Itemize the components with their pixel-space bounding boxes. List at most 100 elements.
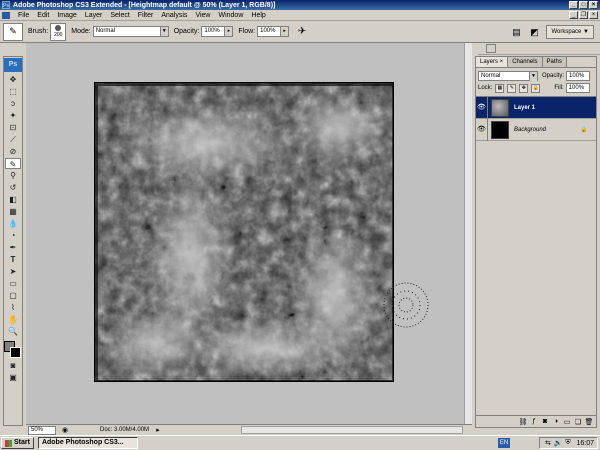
opacity-label: Opacity: [173,28,200,35]
brush-preview-icon [55,25,62,31]
move-tool-icon[interactable]: ✥ [5,74,21,85]
lock-label: Lock: [478,85,493,91]
ps-logo[interactable]: Ps [4,58,22,72]
tab-layers[interactable]: Layers × [476,57,509,67]
maximize-button[interactable]: □ [579,1,588,9]
clone-stamp-tool-icon[interactable]: ⚲ [5,170,21,181]
doc-close-button[interactable]: × [589,11,598,19]
background-color-swatch[interactable] [10,347,21,358]
language-indicator[interactable]: EN [498,438,510,448]
workspace-button[interactable]: Workspace ▼ [546,25,594,39]
menu-window[interactable]: Window [214,10,247,21]
crop-tool-icon[interactable]: ⊡ [5,122,21,133]
fill-value: 100% [568,85,585,91]
volume-icon[interactable]: 🔊 [553,439,563,447]
history-brush-tool-icon[interactable]: ↺ [5,182,21,193]
start-button[interactable]: Start [1,437,34,449]
brush-picker[interactable]: 200 [50,22,67,41]
flow-field[interactable]: 100% ▸ [257,26,290,37]
taskbar-photoshop-button[interactable]: Adobe Photoshop CS3... [37,437,138,449]
eraser-tool-icon[interactable]: ◧ [5,194,21,205]
opacity-field[interactable]: 100% ▸ [201,26,234,37]
mode-dropdown[interactable]: Normal ▼ [92,26,169,37]
zoom-field[interactable]: 50% [28,425,56,435]
shape-tool-icon[interactable]: ▭ [5,278,21,289]
doc-size: Doc: 3.00M/4.00M [100,427,150,433]
lasso-tool-icon[interactable]: ↄ [5,98,21,109]
menu-analysis[interactable]: Analysis [157,10,191,21]
lock-position-icon[interactable]: ✥ [519,83,529,93]
zoom-tool-icon[interactable]: 🔍 [5,326,21,337]
blur-tool-icon[interactable]: 💧 [5,218,21,229]
menu-layer[interactable]: Layer [81,10,107,21]
layer-list: 👁 Layer 1 👁 Background 🔒 [476,96,596,141]
dodge-tool-icon[interactable]: ◔ [5,230,21,241]
link-layers-icon[interactable]: ⛓ [518,418,528,426]
fill-field[interactable]: 100% [565,83,590,93]
adjustment-layer-icon[interactable]: ◑ [551,418,561,425]
blend-mode-dropdown[interactable]: Normal ▼ [478,71,538,81]
visibility-eye-icon[interactable]: 👁 [476,96,488,119]
mode-value: Normal [95,28,116,34]
lock-pixels-icon[interactable]: ✎ [507,83,517,93]
status-menu-icon[interactable]: ◉ [60,426,70,435]
security-icon[interactable]: ⛨ [563,439,572,447]
marquee-tool-icon[interactable]: ⬚ [5,86,21,97]
layer-style-icon[interactable]: ƒ [529,418,539,425]
type-tool-icon[interactable]: T [5,254,21,265]
healing-brush-tool-icon[interactable]: ⊘ [5,146,21,157]
lock-transparency-icon[interactable]: ▦ [495,83,505,93]
document-area[interactable] [26,43,472,424]
photoshop-app-icon[interactable]: Ps [2,1,10,9]
layer-row-background[interactable]: 👁 Background 🔒 [476,118,596,141]
title-bar: Ps Adobe Photoshop CS3 Extended - [Heigh… [0,0,600,10]
navigator-panel-icon[interactable] [486,44,496,53]
minimize-button[interactable]: _ [569,1,578,9]
visibility-eye-icon[interactable]: 👁 [476,118,488,141]
lock-row: Lock: ▦ ✎ ✥ 🔒 Fill: 100% [476,82,596,94]
menu-help[interactable]: Help [247,10,269,21]
doc-restore-button[interactable]: ❐ [579,11,588,19]
lock-all-icon[interactable]: 🔒 [531,83,541,93]
bridge-icon[interactable]: ◩ [528,26,540,38]
menu-filter[interactable]: Filter [134,10,158,21]
chevron-right-icon[interactable]: ▸ [153,426,163,435]
close-button[interactable]: × [589,1,598,9]
brush-tool-icon[interactable]: ✎ [5,158,21,169]
hand-tool-icon[interactable]: ✋ [5,314,21,325]
quick-mask-icon[interactable]: ◙ [5,360,21,371]
slice-tool-icon[interactable]: ⟋ [5,134,21,145]
vertical-scrollbar[interactable] [464,43,472,424]
canvas[interactable] [94,82,394,382]
tab-channels[interactable]: Channels [508,57,543,67]
menu-edit[interactable]: Edit [33,10,53,21]
screen-mode-icon[interactable]: ▣ [5,372,21,383]
menu-select[interactable]: Select [106,10,133,21]
brush-tool-preset-icon[interactable]: ✎ [3,22,23,41]
palette-well-icon[interactable]: ▤ [510,26,522,38]
doc-minimize-button[interactable]: _ [569,11,578,19]
menu-file[interactable]: File [14,10,33,21]
heightmap-canvas-image [95,83,393,381]
layer-mask-icon[interactable]: ◙ [540,418,550,425]
horizontal-scrollbar[interactable] [241,426,463,434]
gradient-tool-icon[interactable]: ▦ [5,206,21,217]
new-group-icon[interactable]: ▭ [562,418,572,426]
menu-view[interactable]: View [191,10,214,21]
flow-label: Flow: [238,28,256,35]
document-icon[interactable] [2,12,10,19]
layer-row-layer-1[interactable]: 👁 Layer 1 [476,96,596,119]
path-selection-tool-icon[interactable]: ➤ [5,266,21,277]
layer-opacity-field[interactable]: 100% [566,71,591,81]
menu-image[interactable]: Image [53,10,80,21]
network-icon[interactable]: ⇆ [543,439,552,447]
layer-thumbnail [491,98,509,117]
notes-tool-icon[interactable]: ▢ [5,290,21,301]
new-layer-icon[interactable]: ❏ [573,418,583,426]
airbrush-icon[interactable]: ✈ [295,25,309,39]
delete-layer-icon[interactable]: 🗑 [584,418,594,426]
pen-tool-icon[interactable]: ✒ [5,242,21,253]
tab-paths[interactable]: Paths [542,57,567,67]
eyedropper-tool-icon[interactable]: ⌇ [5,302,21,313]
magic-wand-tool-icon[interactable]: ✦ [5,110,21,121]
